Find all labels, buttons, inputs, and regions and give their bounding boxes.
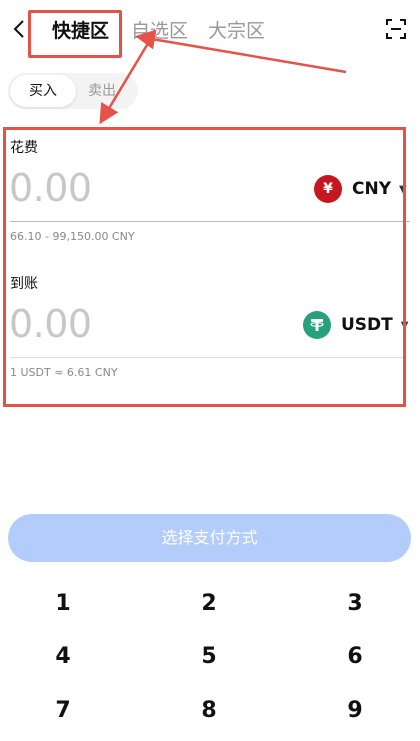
key-6[interactable]: 6 [325,637,385,677]
key-1[interactable]: 1 [33,584,93,624]
key-3[interactable]: 3 [325,584,385,624]
select-payment-button[interactable]: 选择支付方式 [8,514,411,562]
scan-icon [386,19,406,39]
back-button[interactable] [8,14,30,44]
key-7[interactable]: 7 [33,691,93,731]
key-9[interactable]: 9 [325,691,385,731]
sell-option[interactable]: 卖出 [88,75,136,107]
key-8[interactable]: 8 [179,691,239,731]
key-2[interactable]: 2 [179,584,239,624]
highlight-box-form [3,127,406,407]
buy-option[interactable]: 买入 [10,75,76,107]
tab-custom-zone[interactable]: 自选区 [131,18,188,44]
highlight-box-tab [28,10,122,58]
key-5[interactable]: 5 [179,637,239,677]
chevron-left-icon [13,20,24,38]
scan-button[interactable] [386,19,406,39]
buy-sell-toggle: 买入 卖出 [8,73,138,109]
tab-bulk-zone[interactable]: 大宗区 [208,18,265,44]
key-4[interactable]: 4 [33,637,93,677]
